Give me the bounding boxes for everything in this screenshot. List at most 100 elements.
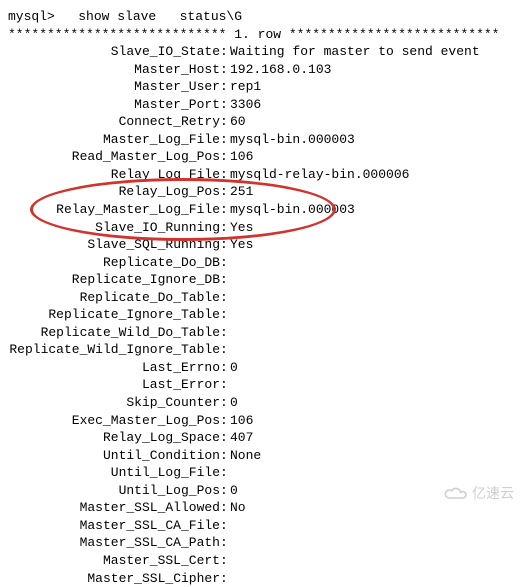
field-label: Master_SSL_Allowed [8,499,220,517]
colon-separator: : [220,201,230,219]
status-row: Master_SSL_CA_File: [8,517,516,535]
row-header: **************************** 1. row ****… [8,26,516,44]
status-row: Skip_Counter: 0 [8,394,516,412]
status-row: Replicate_Ignore_Table: [8,306,516,324]
colon-separator: : [220,219,230,237]
watermark: 亿速云 [442,484,514,503]
field-label: Replicate_Wild_Do_Table [8,324,220,342]
status-row: Slave_IO_Running: Yes [8,219,516,237]
colon-separator: : [220,271,230,289]
field-label: Last_Error [8,376,220,394]
colon-separator: : [220,429,230,447]
colon-separator: : [220,359,230,377]
colon-separator: : [220,131,230,149]
field-value: 0 [230,394,238,412]
status-row: Relay_Master_Log_File: mysql-bin.000003 [8,201,516,219]
colon-separator: : [220,570,230,587]
status-row: Last_Error: [8,376,516,394]
status-rows: Slave_IO_State: Waiting for master to se… [8,43,516,587]
field-label: Until_Condition [8,447,220,465]
field-label: Replicate_Ignore_DB [8,271,220,289]
field-value: 407 [230,429,253,447]
colon-separator: : [220,254,230,272]
field-label: Relay_Master_Log_File [8,201,220,219]
field-value: mysqld-relay-bin.000006 [230,166,409,184]
colon-separator: : [220,324,230,342]
status-row: Until_Log_File: [8,464,516,482]
colon-separator: : [220,534,230,552]
status-row: Master_Port: 3306 [8,96,516,114]
colon-separator: : [220,166,230,184]
status-row: Relay_Log_Space: 407 [8,429,516,447]
mysql-prompt: mysql> show slave status\G [8,8,516,26]
field-value: 192.168.0.103 [230,61,331,79]
status-row: Slave_IO_State: Waiting for master to se… [8,43,516,61]
status-row: Last_Errno: 0 [8,359,516,377]
field-value: Yes [230,236,253,254]
colon-separator: : [220,306,230,324]
field-label: Until_Log_File [8,464,220,482]
colon-separator: : [220,394,230,412]
colon-separator: : [220,517,230,535]
colon-separator: : [220,464,230,482]
field-label: Until_Log_Pos [8,482,220,500]
field-value: 0 [230,482,238,500]
status-row: Until_Condition: None [8,447,516,465]
watermark-text: 亿速云 [472,484,514,503]
colon-separator: : [220,552,230,570]
field-value: 106 [230,148,253,166]
status-row: Replicate_Do_DB: [8,254,516,272]
status-row: Replicate_Wild_Do_Table: [8,324,516,342]
field-label: Master_SSL_CA_File [8,517,220,535]
field-label: Skip_Counter [8,394,220,412]
status-row: Master_SSL_Cert: [8,552,516,570]
field-label: Replicate_Wild_Ignore_Table [8,341,220,359]
colon-separator: : [220,499,230,517]
status-row: Connect_Retry: 60 [8,113,516,131]
colon-separator: : [220,289,230,307]
status-row: Master_SSL_CA_Path: [8,534,516,552]
colon-separator: : [220,96,230,114]
field-value: 251 [230,183,253,201]
field-label: Replicate_Do_Table [8,289,220,307]
field-value: Yes [230,219,253,237]
field-label: Slave_IO_Running [8,219,220,237]
field-label: Replicate_Ignore_Table [8,306,220,324]
status-row: Slave_SQL_Running: Yes [8,236,516,254]
status-row: Master_SSL_Allowed: No [8,499,516,517]
cloud-icon [442,486,468,502]
field-label: Slave_SQL_Running [8,236,220,254]
status-row: Master_Log_File: mysql-bin.000003 [8,131,516,149]
field-label: Master_Host [8,61,220,79]
field-label: Master_SSL_Cert [8,552,220,570]
colon-separator: : [220,447,230,465]
colon-separator: : [220,78,230,96]
colon-separator: : [220,43,230,61]
field-label: Master_SSL_Cipher [8,570,220,587]
field-value: None [230,447,261,465]
field-label: Replicate_Do_DB [8,254,220,272]
colon-separator: : [220,61,230,79]
colon-separator: : [220,148,230,166]
field-value: rep1 [230,78,261,96]
field-label: Master_Log_File [8,131,220,149]
field-label: Master_SSL_CA_Path [8,534,220,552]
status-row: Relay_Log_File: mysqld-relay-bin.000006 [8,166,516,184]
status-row: Replicate_Wild_Ignore_Table: [8,341,516,359]
field-label: Relay_Log_Space [8,429,220,447]
colon-separator: : [220,341,230,359]
status-row: Master_SSL_Cipher: [8,570,516,587]
status-row: Master_Host: 192.168.0.103 [8,61,516,79]
colon-separator: : [220,113,230,131]
field-value: No [230,499,246,517]
field-label: Exec_Master_Log_Pos [8,412,220,430]
field-label: Slave_IO_State [8,43,220,61]
colon-separator: : [220,183,230,201]
status-row: Relay_Log_Pos: 251 [8,183,516,201]
field-label: Last_Errno [8,359,220,377]
field-value: 106 [230,412,253,430]
field-label: Connect_Retry [8,113,220,131]
status-row: Master_User: rep1 [8,78,516,96]
field-value: Waiting for master to send event [230,43,480,61]
field-value: 60 [230,113,246,131]
